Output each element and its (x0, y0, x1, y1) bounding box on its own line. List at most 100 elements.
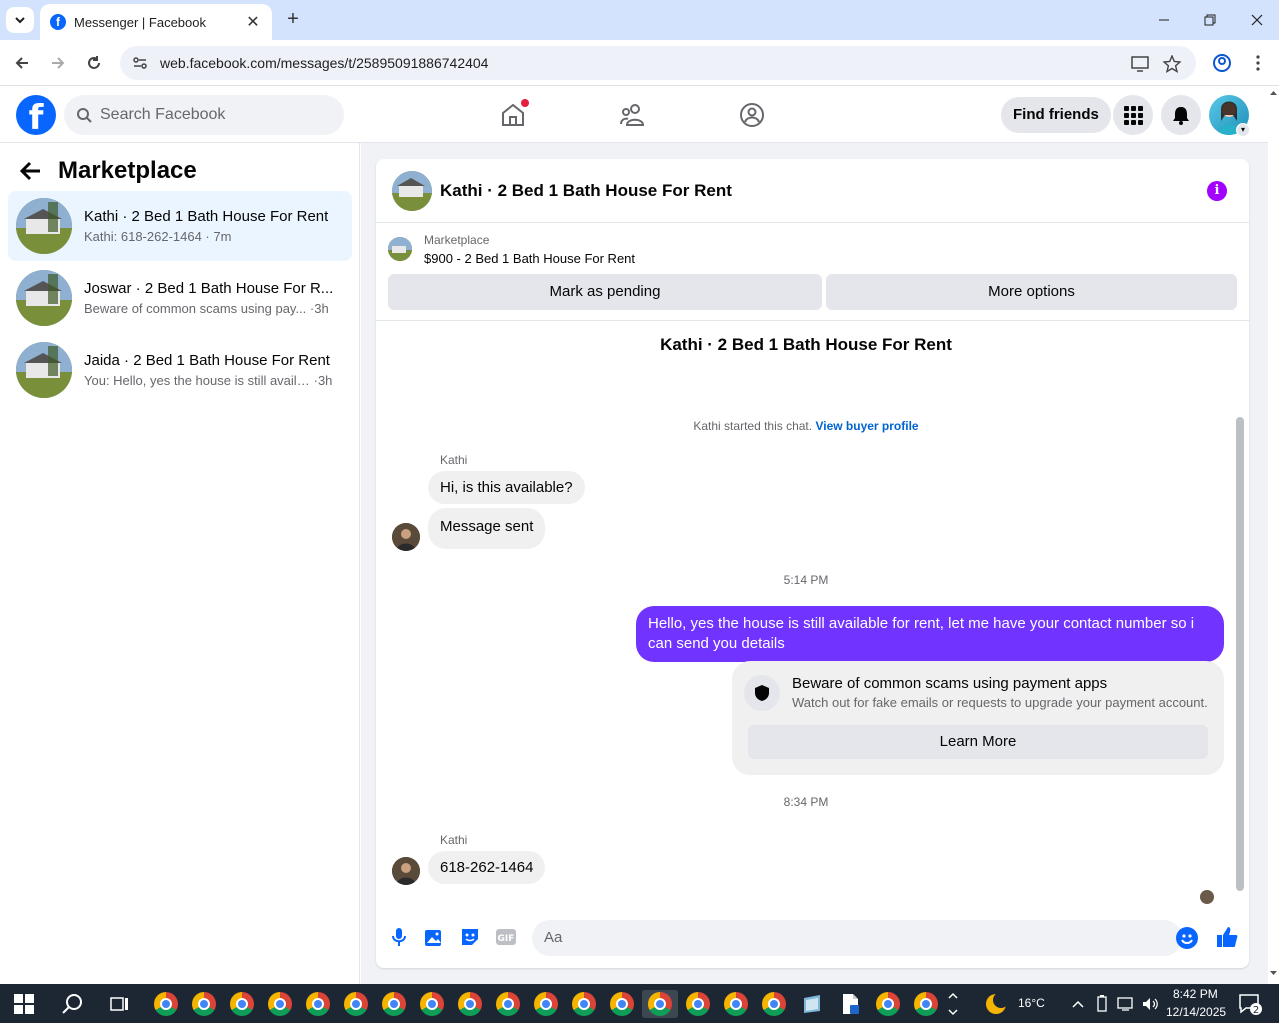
emoji-icon[interactable] (1176, 927, 1198, 949)
chrome-taskbar-icon[interactable] (342, 990, 370, 1018)
browser-menu-icon[interactable] (1247, 52, 1269, 74)
install-app-icon[interactable] (1130, 54, 1150, 74)
notification-dot (521, 99, 529, 107)
chrome-taskbar-icon[interactable] (418, 990, 446, 1018)
message-bubble-outgoing[interactable]: Hello, yes the house is still available … (636, 606, 1224, 662)
chrome-taskbar-icon[interactable] (190, 990, 218, 1018)
tab-close-icon[interactable]: ✕ (244, 12, 262, 32)
back-button[interactable] (11, 52, 33, 74)
document-taskbar-icon[interactable] (836, 990, 864, 1018)
attach-photo-icon[interactable] (423, 926, 445, 948)
chrome-taskbar-icon[interactable] (494, 990, 522, 1018)
restore-button[interactable] (1198, 8, 1222, 32)
message-input[interactable]: Aa (532, 920, 1182, 956)
chrome-taskbar-icon[interactable] (152, 990, 180, 1018)
grid-menu-icon (1124, 106, 1143, 125)
search-icon (77, 108, 92, 123)
clock-date[interactable]: 12/14/2025 (1166, 1005, 1226, 1019)
facebook-logo[interactable]: f (16, 95, 56, 135)
info-icon[interactable]: i (1207, 181, 1227, 201)
address-bar[interactable]: web.facebook.com/messages/t/258950918867… (120, 46, 1196, 80)
message-scrollbar[interactable] (1236, 327, 1244, 899)
chrome-taskbar-icon[interactable] (760, 990, 788, 1018)
profile-icon[interactable] (1211, 52, 1233, 74)
bell-icon (1173, 107, 1189, 125)
notification-center-icon[interactable]: 2 (1236, 990, 1264, 1018)
browser-tab[interactable]: f Messenger | Facebook ✕ (40, 4, 272, 40)
chat-header: Kathi · 2 Bed 1 Bath House For Rent i (376, 159, 1249, 223)
gif-icon[interactable]: GIF (495, 926, 517, 948)
listing-title[interactable]: $900 - 2 Bed 1 Bath House For Rent (424, 251, 635, 266)
account-chevron-icon[interactable]: ▾ (1236, 123, 1250, 137)
sticker-icon[interactable] (459, 926, 481, 948)
timestamp: 8:34 PM (783, 795, 829, 809)
chat-title[interactable]: Kathi · 2 Bed 1 Bath House For Rent (440, 181, 732, 201)
chrome-taskbar-icon[interactable] (684, 990, 712, 1018)
taskbar-scroll-icon[interactable] (946, 990, 960, 1018)
task-view-icon[interactable] (106, 990, 134, 1018)
weather-temperature[interactable]: 16°C (1018, 996, 1045, 1010)
home-nav-button[interactable] (499, 99, 529, 129)
clock-time[interactable]: 8:42 PM (1173, 987, 1218, 1001)
scam-warning-title: Beware of common scams using payment app… (792, 675, 1108, 692)
chrome-taskbar-icon[interactable] (874, 990, 902, 1018)
chrome-taskbar-icon[interactable] (380, 990, 408, 1018)
view-buyer-profile-link[interactable]: View buyer profile (815, 419, 918, 433)
chevron-up-icon[interactable] (1068, 990, 1088, 1018)
conversation-item-jaida[interactable]: Jaida · 2 Bed 1 Bath House For Rent You:… (8, 335, 352, 405)
volume-icon[interactable] (1140, 990, 1162, 1018)
windows-start-icon[interactable] (14, 994, 34, 1014)
friends-icon (620, 104, 645, 126)
menu-button[interactable] (1113, 95, 1153, 135)
browser-tabstrip: f Messenger | Facebook ✕ + (0, 0, 1279, 40)
page-scrollbar[interactable] (1268, 87, 1279, 984)
app-taskbar-icon[interactable] (798, 990, 826, 1018)
message-bubble-incoming[interactable]: Hi, is this available? (428, 471, 585, 504)
listing-thumbnail (16, 342, 72, 398)
conversation-time: 7m (213, 229, 232, 244)
chrome-taskbar-icon[interactable] (304, 990, 332, 1018)
friends-nav-button[interactable] (619, 101, 647, 129)
chrome-taskbar-icon[interactable] (532, 990, 560, 1018)
weather-moon-icon[interactable] (982, 990, 1010, 1018)
chrome-taskbar-icon-active[interactable] (642, 990, 678, 1018)
chat-avatar[interactable] (392, 170, 432, 211)
forward-button[interactable] (47, 52, 69, 74)
voice-clip-icon[interactable] (388, 926, 410, 948)
conversation-item-joswar[interactable]: Joswar · 2 Bed 1 Bath House For R... Bew… (8, 263, 352, 333)
minimize-button[interactable] (1152, 8, 1176, 32)
scrollbar-thumb[interactable] (1236, 417, 1244, 891)
notification-count: 2 (1253, 1005, 1259, 1016)
chrome-taskbar-icon[interactable] (722, 990, 750, 1018)
network-icon[interactable] (1116, 990, 1138, 1018)
thumbs-up-icon[interactable] (1216, 926, 1238, 948)
mark-as-pending-button[interactable]: Mark as pending (388, 274, 822, 310)
chrome-taskbar-icon[interactable] (570, 990, 598, 1018)
message-bubble-incoming[interactable]: 618-262-1464 (428, 851, 546, 884)
conversation-item-kathi[interactable]: Kathi · 2 Bed 1 Bath House For Rent Kath… (8, 191, 352, 261)
chrome-taskbar-icon[interactable] (228, 990, 256, 1018)
message-bubble-incoming[interactable]: Message sent (428, 508, 546, 549)
chrome-taskbar-icon[interactable] (456, 990, 484, 1018)
find-friends-button[interactable]: Find friends (1001, 97, 1111, 133)
close-window-button[interactable] (1245, 8, 1269, 32)
sender-avatar[interactable] (392, 857, 420, 885)
search-icon[interactable] (58, 990, 86, 1018)
more-options-button[interactable]: More options (826, 274, 1237, 310)
conversation-preview: You: Hello, yes the house is still avail… (84, 373, 310, 388)
sender-avatar[interactable] (392, 523, 420, 551)
battery-icon[interactable] (1092, 990, 1112, 1018)
chrome-taskbar-icon[interactable] (608, 990, 636, 1018)
facebook-search[interactable]: Search Facebook (64, 95, 344, 135)
bookmark-star-icon[interactable] (1162, 54, 1182, 74)
learn-more-button[interactable]: Learn More (748, 725, 1208, 759)
reload-button[interactable] (83, 52, 105, 74)
notifications-button[interactable] (1161, 95, 1201, 135)
new-tab-button[interactable]: + (282, 8, 304, 30)
chrome-taskbar-icon[interactable] (912, 990, 940, 1018)
groups-nav-button[interactable] (738, 101, 766, 129)
chrome-taskbar-icon[interactable] (266, 990, 294, 1018)
back-arrow-icon[interactable] (20, 161, 42, 181)
listing-thumbnail[interactable] (388, 237, 412, 261)
tab-search-button[interactable] (6, 7, 34, 33)
